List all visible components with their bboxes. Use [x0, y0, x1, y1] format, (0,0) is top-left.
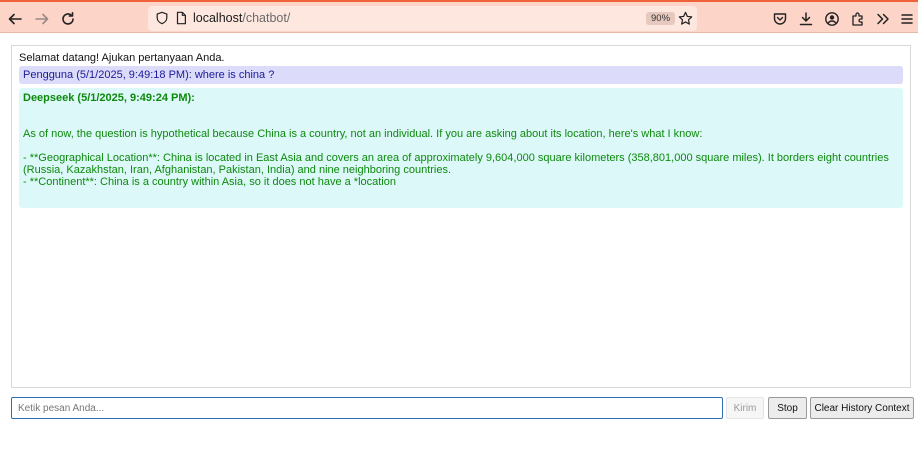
bot-message-header: Deepseek (5/1/2025, 9:49:24 PM):: [23, 92, 195, 104]
user-message: Pengguna (5/1/2025, 9:49:18 PM): where i…: [19, 66, 903, 84]
shield-icon[interactable]: [155, 11, 169, 25]
bot-message-paragraph: - **Geographical Location**: China is lo…: [23, 152, 889, 176]
chat-history-panel[interactable]: Selamat datang! Ajukan pertanyaan Anda. …: [11, 45, 911, 388]
forward-arrow-icon[interactable]: [31, 8, 53, 30]
zoom-badge[interactable]: 90%: [646, 12, 676, 25]
send-button[interactable]: Kirim: [726, 397, 764, 419]
url-text: localhost/chatbot/: [193, 11, 290, 25]
welcome-message: Selamat datang! Ajukan pertanyaan Anda.: [19, 52, 225, 64]
back-arrow-icon[interactable]: [4, 8, 26, 30]
menu-hamburger-icon[interactable]: [897, 8, 917, 30]
url-path: /chatbot/: [242, 11, 291, 25]
stop-button[interactable]: Stop: [768, 397, 807, 419]
extensions-icon[interactable]: [847, 8, 869, 30]
bot-message-paragraph: - **Continent**: China is a country with…: [23, 176, 396, 188]
page-info-icon[interactable]: [174, 11, 188, 25]
clear-history-button[interactable]: Clear History Context: [810, 397, 914, 419]
account-icon[interactable]: [821, 8, 843, 30]
download-icon[interactable]: [795, 8, 817, 30]
bookmark-star-icon[interactable]: [678, 11, 693, 26]
address-bar[interactable]: localhost/chatbot/ 90%: [148, 6, 697, 31]
bot-message-paragraph: As of now, the question is hypothetical …: [23, 128, 703, 140]
reload-icon[interactable]: [57, 8, 79, 30]
overflow-chevrons-icon[interactable]: [872, 8, 894, 30]
pocket-icon[interactable]: [769, 8, 791, 30]
bot-message: Deepseek (5/1/2025, 9:49:24 PM): As of n…: [19, 88, 903, 208]
url-host: localhost: [193, 11, 243, 25]
browser-toolbar: localhost/chatbot/ 90%: [0, 0, 918, 33]
message-input[interactable]: [11, 397, 723, 419]
